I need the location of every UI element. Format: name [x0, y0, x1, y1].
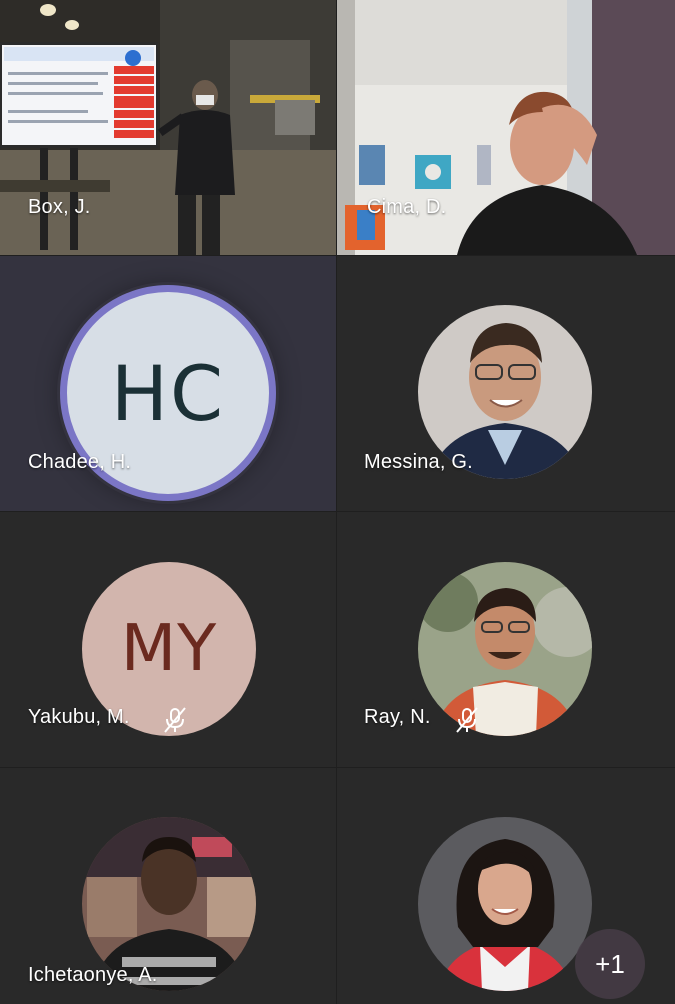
avatar-photo	[418, 817, 592, 991]
avatar-initials-text: MY	[120, 612, 218, 686]
participant-name: Cima, D.	[367, 196, 447, 218]
participant-tile-chadee[interactable]: HC Chadee, H.	[0, 256, 336, 511]
participant-name: Ray, N.	[364, 706, 431, 728]
participant-name: Chadee, H.	[28, 451, 132, 473]
participant-tile-messina[interactable]: Messina, G.	[337, 256, 675, 511]
mic-muted-icon	[456, 707, 478, 733]
participant-name: Messina, G.	[364, 451, 473, 473]
participant-name: Yakubu, M.	[28, 706, 130, 728]
participant-tile-yakubu[interactable]: MY Yakubu, M.	[0, 512, 336, 767]
overflow-participants-badge[interactable]: +1	[575, 929, 645, 999]
participants-grid: Box, J. Cima, D. HC Chadee, H. Messina, …	[0, 0, 675, 1004]
participant-tile-cima[interactable]: Cima, D.	[337, 0, 675, 255]
mic-muted-icon	[164, 707, 186, 733]
participant-tile-ray[interactable]: Ray, N.	[337, 512, 675, 767]
participant-tile-box[interactable]: Box, J.	[0, 0, 336, 255]
participant-name: Ichetaonye, A.	[28, 964, 158, 986]
participant-name: Box, J.	[28, 196, 91, 218]
avatar-photo	[418, 562, 592, 736]
avatar-initials-text: HC	[110, 348, 226, 438]
participant-tile-ichetaonye[interactable]: Ichetaonye, A.	[0, 768, 336, 1004]
